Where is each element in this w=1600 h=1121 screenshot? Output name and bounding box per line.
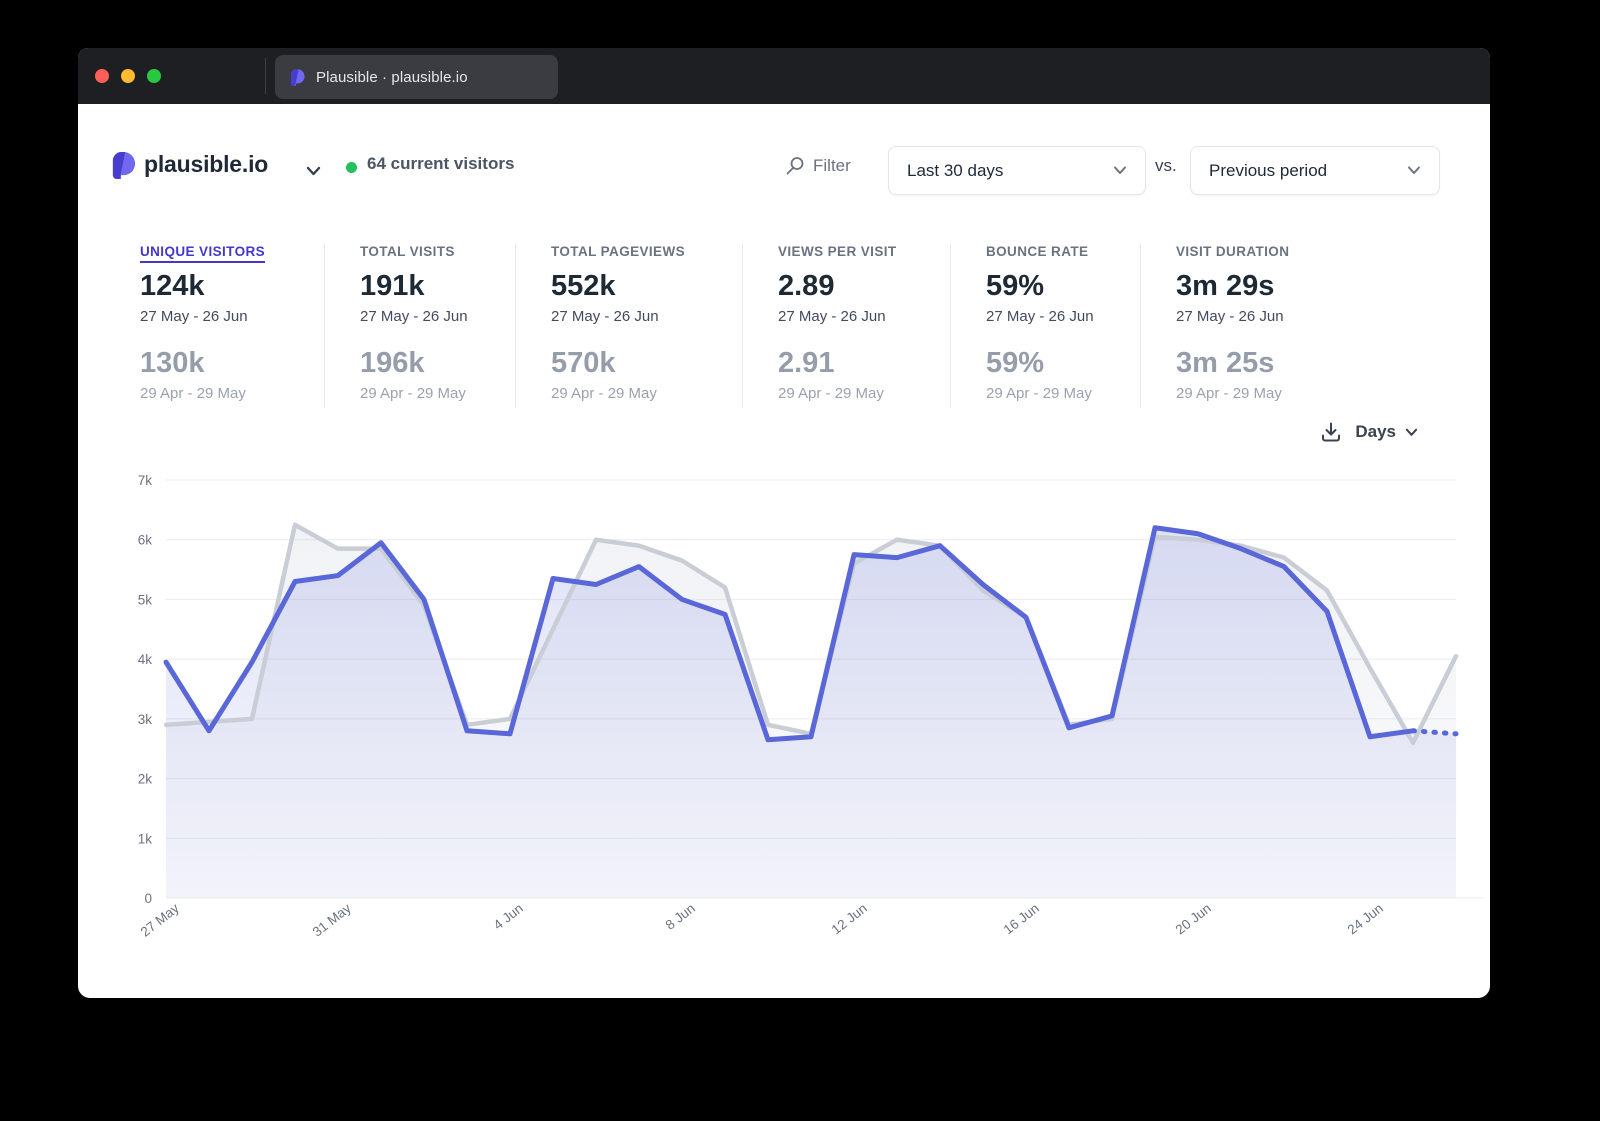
site-chevron-down-icon[interactable] <box>306 163 321 181</box>
filter-label: Filter <box>813 156 851 175</box>
x-axis-label: 4 Jun <box>491 901 526 933</box>
interval-value: Days <box>1355 422 1396 441</box>
date-range-value: Last 30 days <box>907 160 1004 180</box>
svg-text:24 Jun: 24 Jun <box>1345 901 1386 938</box>
metric-total-pageviews[interactable]: TOTAL PAGEVIEWS 552k 27 May - 26 Jun 570… <box>551 244 743 408</box>
comparison-selector[interactable]: Previous period <box>1190 146 1440 195</box>
plausible-favicon-icon <box>289 68 306 87</box>
minimize-window-button[interactable] <box>121 69 135 83</box>
metric-bounce-rate[interactable]: BOUNCE RATE 59% 27 May - 26 Jun 59% 29 A… <box>986 244 1141 408</box>
metric-views-per-visit[interactable]: VIEWS PER VISIT 2.89 27 May - 26 Jun 2.9… <box>778 244 951 408</box>
window-controls <box>95 69 161 83</box>
close-window-button[interactable] <box>95 69 109 83</box>
y-axis-label: 2k <box>138 772 153 787</box>
date-range-selector[interactable]: Last 30 days <box>888 146 1146 195</box>
x-axis-label: 31 May <box>310 900 354 939</box>
browser-window: Plausible · plausible.io plausible.io 64… <box>78 48 1490 998</box>
site-switcher[interactable]: plausible.io <box>144 151 268 178</box>
browser-titlebar: Plausible · plausible.io <box>78 48 1490 104</box>
dashboard-header: plausible.io 64 current visitors Filter … <box>78 104 1490 228</box>
svg-text:27 May: 27 May <box>138 900 182 939</box>
svg-text:31 May: 31 May <box>310 900 354 939</box>
current-period-area <box>166 527 1456 898</box>
live-visitors-dot <box>346 162 357 173</box>
interval-selector[interactable]: Days <box>1355 422 1418 442</box>
x-axis-label: 24 Jun <box>1345 901 1386 938</box>
vs-label: vs. <box>1155 156 1177 175</box>
y-axis-label: 1k <box>138 831 153 846</box>
x-axis-label: 12 Jun <box>829 901 870 938</box>
download-icon[interactable] <box>1319 420 1343 444</box>
tab-divider <box>265 58 266 94</box>
tab-title: Plausible · plausible.io <box>316 68 468 86</box>
y-axis-label: 4k <box>138 652 153 667</box>
svg-text:20 Jun: 20 Jun <box>1173 901 1214 938</box>
chevron-down-icon <box>1114 166 1126 174</box>
chevron-down-icon <box>1405 428 1418 436</box>
filter-button[interactable]: Filter <box>785 156 851 176</box>
chevron-down-icon <box>1408 166 1420 174</box>
y-axis-label: 3k <box>138 712 153 727</box>
x-axis-label: 27 May <box>138 900 182 939</box>
x-axis-label: 20 Jun <box>1173 901 1214 938</box>
svg-text:12 Jun: 12 Jun <box>829 901 870 938</box>
search-icon <box>786 157 804 175</box>
y-axis-label: 0 <box>144 891 152 906</box>
fullscreen-window-button[interactable] <box>147 69 161 83</box>
y-axis-label: 5k <box>138 592 153 607</box>
current-visitors-count[interactable]: 64 current visitors <box>367 154 514 174</box>
y-axis-label: 6k <box>138 533 153 548</box>
browser-tab[interactable]: Plausible · plausible.io <box>275 55 558 99</box>
svg-text:4 Jun: 4 Jun <box>491 901 526 933</box>
svg-text:16 Jun: 16 Jun <box>1001 901 1042 938</box>
metric-total-visits[interactable]: TOTAL VISITS 191k 27 May - 26 Jun 196k 2… <box>360 244 516 408</box>
plausible-logo-icon <box>110 150 137 186</box>
metric-visit-duration[interactable]: VISIT DURATION 3m 29s 27 May - 26 Jun 3m… <box>1176 244 1426 408</box>
svg-text:8 Jun: 8 Jun <box>663 901 698 933</box>
x-axis-label: 8 Jun <box>663 901 698 933</box>
x-axis-label: 16 Jun <box>1001 901 1042 938</box>
y-axis-label: 7k <box>138 473 153 488</box>
metric-unique-visitors[interactable]: UNIQUE VISITORS 124k 27 May - 26 Jun 130… <box>140 244 325 408</box>
visitors-chart[interactable]: 0 1k 2k 3k 4k 5k 6k 7k 27 May 31 May 4 Jun 8 Jun 12 … <box>78 460 1490 998</box>
chart-controls: Days <box>1319 420 1418 444</box>
comparison-value: Previous period <box>1209 160 1328 180</box>
top-stats: UNIQUE VISITORS 124k 27 May - 26 Jun 130… <box>140 244 1450 408</box>
